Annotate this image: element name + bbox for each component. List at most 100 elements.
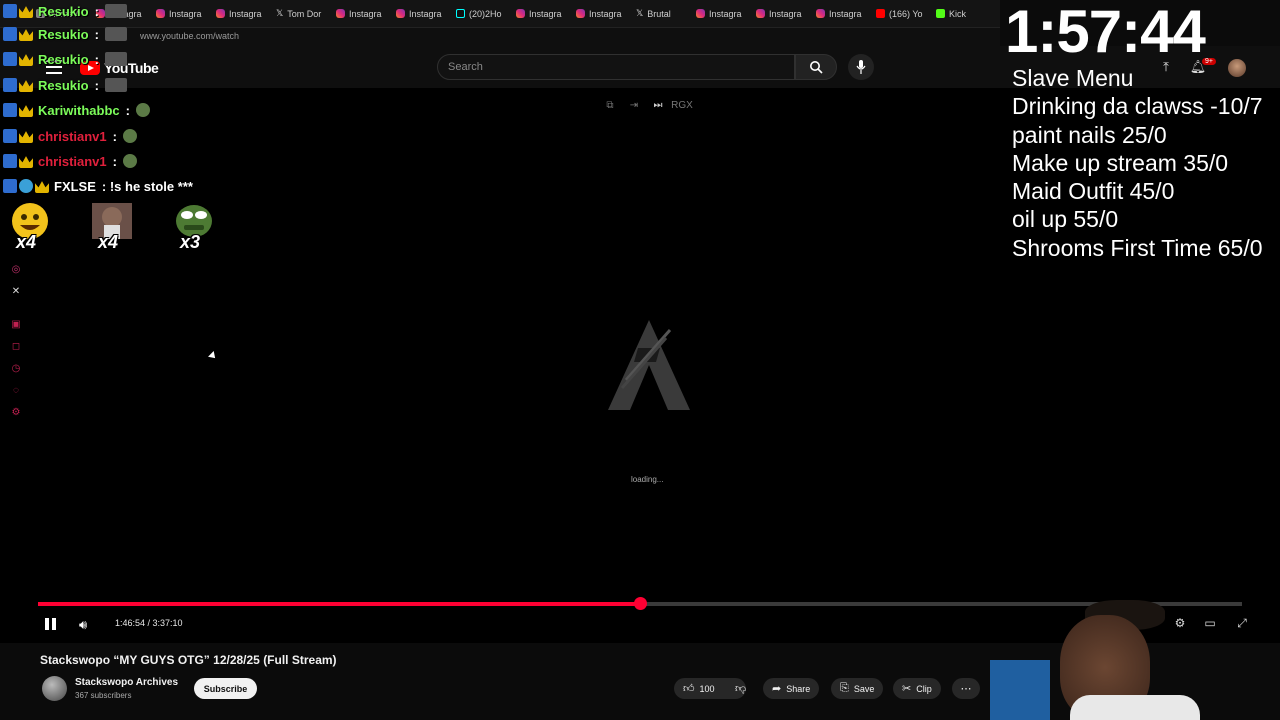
browser-tab[interactable]: Instagra <box>330 3 390 25</box>
stream-timer: 1:57:44 <box>1005 0 1206 65</box>
chat-username[interactable]: Resukio <box>38 78 89 93</box>
chat-message: Resukio: <box>3 0 127 22</box>
crown-badge-icon <box>19 131 33 143</box>
share-button[interactable]: ➦ Share <box>763 678 820 699</box>
volume-icon[interactable]: 🔊︎ <box>79 617 87 633</box>
thumbs-down-icon: 👎︎ <box>735 683 747 695</box>
yt-favicon-icon <box>876 9 885 18</box>
browser-tab[interactable]: Instagra <box>570 3 630 25</box>
browser-tab-label: Instagra <box>409 8 442 19</box>
ig-favicon-icon <box>396 9 405 18</box>
chat-emote-icon <box>104 78 127 92</box>
menu-item: Shrooms First Time 65/0 <box>1012 234 1263 261</box>
skip-icon[interactable]: ⏭︎ <box>651 98 665 112</box>
x-favicon-icon: 𝕏 <box>636 8 644 18</box>
browser-tab[interactable]: 𝕏 Tom Dor <box>270 3 330 25</box>
browser-tab[interactable]: Instagra <box>750 3 810 25</box>
chat-text: : <box>94 3 99 19</box>
pepe-emote-icon <box>123 129 137 143</box>
search-button[interactable] <box>795 54 837 80</box>
browser-tab-label: Instagra <box>229 8 262 19</box>
browser-tab-bar: Home /InstagraInstagraInstagra𝕏Tom DorIn… <box>0 0 1000 28</box>
sidebar-icon-1[interactable]: ▣ <box>10 318 22 330</box>
url-text[interactable]: www.youtube.com/watch <box>140 31 239 41</box>
browser-tab-label: (20)2Ho <box>469 8 502 19</box>
browser-tab[interactable]: Instagra <box>510 3 570 25</box>
menu-item: Drinking da clawss -10/7 <box>1012 93 1263 120</box>
crown-badge-icon <box>19 29 33 41</box>
save-button[interactable]: ⎘ Save <box>831 678 884 699</box>
browser-tab[interactable]: Instagra <box>390 3 450 25</box>
chat-message: christianv1: <box>3 125 137 147</box>
sidebar-icon-2[interactable]: ◻ <box>10 340 22 352</box>
chat-text: : <box>125 102 130 118</box>
history-icon[interactable]: ◷ <box>10 362 22 374</box>
chat-badge-icon <box>3 4 17 18</box>
chat-text: : !s he stole *** <box>101 178 193 194</box>
browser-tab[interactable]: 𝕏 Brutal <box>630 3 690 25</box>
microphone-icon <box>856 60 866 74</box>
browser-tab[interactable]: Instagra <box>690 3 750 25</box>
more-actions-button[interactable]: ⋯ <box>952 678 980 699</box>
emote-count: x3 <box>180 232 201 252</box>
progress-scrubber[interactable] <box>634 597 647 610</box>
chat-emote-icon <box>104 27 127 41</box>
chat-username[interactable]: FXLSE <box>54 179 96 194</box>
rgx-label[interactable]: RGX <box>671 98 693 112</box>
chat-username[interactable]: Resukio <box>38 4 89 19</box>
channel-avatar[interactable] <box>42 676 67 701</box>
chat-text: : <box>94 26 99 42</box>
chat-badge-icon <box>3 103 17 117</box>
search-input[interactable]: Search <box>437 54 795 80</box>
ig-favicon-icon <box>816 9 825 18</box>
chat-username[interactable]: Kariwithabbc <box>38 103 120 118</box>
chat-message: Resukio: <box>3 74 127 96</box>
browser-tab[interactable]: Instagra <box>210 3 270 25</box>
chat-message: Kariwithabbc: <box>3 99 150 121</box>
browser-tab-label: Instagra <box>349 8 382 19</box>
crown-badge-icon <box>19 80 33 92</box>
tt-favicon-icon <box>456 9 465 18</box>
browser-tab[interactable]: Instagra <box>810 3 870 25</box>
time-display: 1:46:54 / 3:37:10 <box>115 618 183 628</box>
x-icon[interactable]: ✕ <box>10 285 22 297</box>
scissors-icon: ✂ <box>902 683 912 695</box>
chat-badge-icon <box>3 52 17 66</box>
instagram-icon[interactable]: ◎ <box>10 263 22 275</box>
chat-text: : <box>94 77 99 93</box>
x-favicon-icon: 𝕏 <box>276 8 284 18</box>
crown-badge-icon <box>19 105 33 117</box>
ig-favicon-icon <box>216 9 225 18</box>
login-icon[interactable]: ⇥ <box>627 98 641 112</box>
chat-badge-icon <box>3 179 17 193</box>
browser-tab[interactable]: (166) Yo <box>870 3 930 25</box>
chat-username[interactable]: christianv1 <box>38 154 107 169</box>
browser-tab-label: Instagra <box>529 8 562 19</box>
chat-badge-icon <box>3 154 17 168</box>
settings-icon[interactable]: ⚙︎ <box>10 406 22 418</box>
menu-item: Make up stream 35/0 <box>1012 149 1229 176</box>
voice-search-button[interactable] <box>848 54 874 80</box>
browser-tab[interactable]: Instagra <box>150 3 210 25</box>
browser-tab-label: Instagra <box>769 8 802 19</box>
clip-button[interactable]: ✂ Clip <box>893 678 941 699</box>
loading-text: loading... <box>631 475 664 484</box>
ig-favicon-icon <box>336 9 345 18</box>
progress-played <box>38 602 640 606</box>
pip-icon[interactable]: ⧉ <box>603 98 617 112</box>
sidebar-icon-3[interactable]: ◌ <box>10 384 22 396</box>
crown-badge-icon <box>19 6 33 18</box>
chat-username[interactable]: Resukio <box>38 27 89 42</box>
browser-tab-label: (166) Yo <box>889 8 923 19</box>
subscribe-button[interactable]: Subscribe <box>194 678 257 699</box>
pause-button[interactable] <box>45 618 57 630</box>
dislike-button[interactable]: 👎︎ <box>728 678 754 699</box>
chat-username[interactable]: Resukio <box>38 52 89 67</box>
chat-username[interactable]: christianv1 <box>38 129 107 144</box>
more-dots-icon: ⋯ <box>960 683 972 695</box>
browser-tab[interactable]: Kick <box>930 3 990 25</box>
channel-name[interactable]: Stackswopo Archives <box>75 677 178 688</box>
video-top-controls: ⧉ ⇥ ⏭︎ RGX <box>603 98 693 112</box>
menu-item: oil up 55/0 <box>1012 206 1119 233</box>
browser-tab[interactable]: (20)2Ho <box>450 3 510 25</box>
